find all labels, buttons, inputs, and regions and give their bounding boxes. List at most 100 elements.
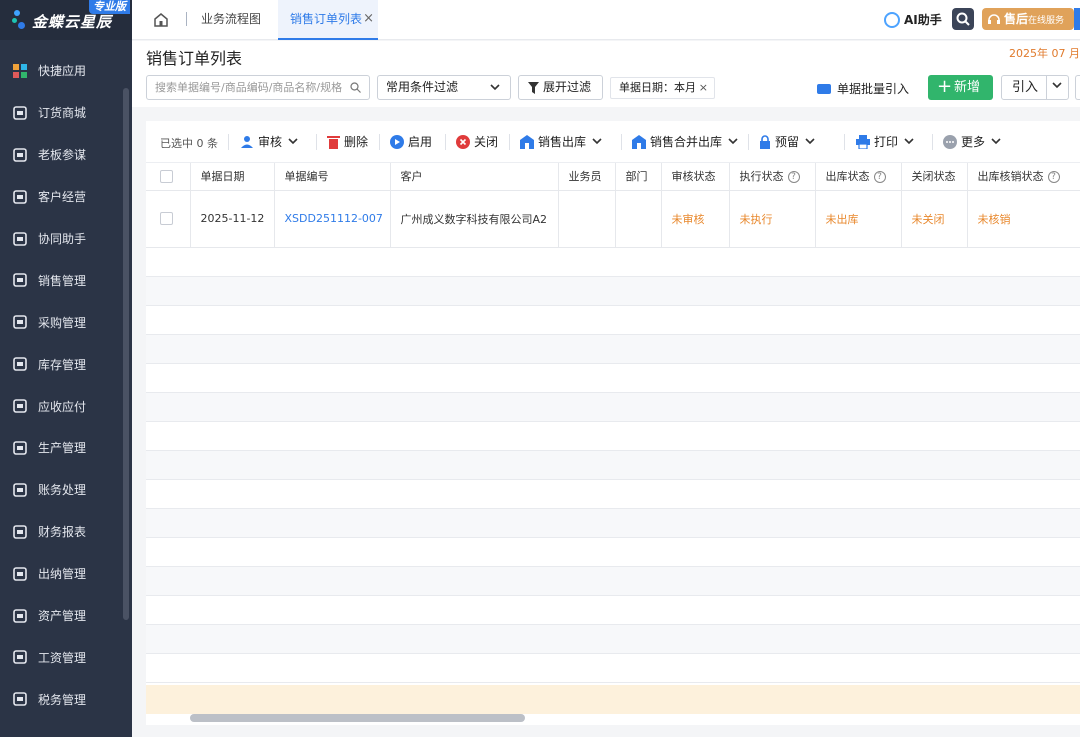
help-icon[interactable]: ? [1047,171,1060,184]
merge-out-button[interactable]: 销售合并出库 [632,133,742,150]
page-title: 销售订单列表 [146,49,243,68]
column-header[interactable]: 单据编号 [274,163,391,191]
close-status: 未关闭 [901,190,968,248]
search-icon[interactable] [350,82,361,93]
horizontal-scrollbar[interactable] [190,714,525,722]
toolbar-divider [445,134,446,150]
sales-out-button[interactable]: 销售出库 [520,133,606,150]
close-order-button[interactable]: 关闭 [456,133,498,150]
import-label: 引入 [1012,80,1039,95]
filter-icon [528,82,539,94]
column-header-out[interactable]: 出库状态? [815,163,902,191]
sidebar-item[interactable]: 应收应付 [0,385,122,427]
after-sales-service-button[interactable]: 售后在线服务 [982,8,1074,30]
toolbar-divider [228,134,229,150]
sidebar-item[interactable]: 生产管理 [0,427,122,469]
empty-row [146,625,1080,654]
audit-label: 审核 [258,135,283,149]
customer-name: 广州成义数字科技有限公司A2 [390,190,559,248]
split-divider [1046,76,1047,99]
sidebar-item-label: 出纳管理 [38,567,87,582]
sidebar-item[interactable]: 快捷应用 [0,50,122,92]
extra-service-button[interactable] [1074,8,1080,30]
home-icon[interactable] [152,11,170,29]
bulk-import-button[interactable]: 单据批量引入 [817,80,909,97]
column-header[interactable]: 审核状态 [661,163,730,191]
exec-status: 未执行 [729,190,816,248]
search-input[interactable]: 搜索单据编号/商品编码/商品名称/规格 [146,75,370,100]
more-label: 更多 [961,135,986,149]
more-actions-button[interactable] [1075,75,1080,100]
column-header-verify[interactable]: 出库核销状态? [967,163,1080,191]
row-checkbox[interactable] [160,212,173,226]
tab-sales-order-list[interactable]: 销售订单列表 × [278,0,378,40]
sidebar-item[interactable]: 工资管理 [0,636,122,678]
table-header-row: 单据日期 单据编号 客户 业务员 部门 审核状态 执行状态? 出库状态? 关闭状… [146,163,1080,191]
period-label[interactable]: 2025年 07 月 [1009,45,1080,61]
sidebar-item[interactable]: 财务报表 [0,511,122,553]
ai-assistant-button[interactable]: AI助手 [884,11,942,28]
column-label: 执行状态 [739,170,784,184]
sidebar-item[interactable]: 库存管理 [0,343,122,385]
summary-row [146,685,1080,714]
column-header[interactable]: 部门 [615,163,662,191]
chevron-down-icon [728,138,738,145]
empty-row [146,654,1080,683]
delete-button[interactable]: 删除 [327,133,368,150]
empty-row [146,596,1080,625]
expand-filter-button[interactable]: 展开过滤 [518,75,603,100]
ai-label: AI助手 [904,13,942,27]
help-icon[interactable]: ? [873,171,886,184]
help-icon[interactable]: ? [787,171,800,184]
tab-label: 销售订单列表 [290,12,363,26]
warehouse-icon [632,134,646,149]
ai-icon [884,11,900,28]
more-button[interactable]: 更多 [943,133,1005,150]
sidebar-item[interactable]: 订货商城 [0,92,122,134]
sidebar-item[interactable]: 客户经营 [0,176,122,218]
tab-business-flow[interactable]: 业务流程图 [201,0,261,40]
column-header[interactable]: 单据日期 [190,163,275,191]
column-header[interactable]: 业务员 [558,163,616,191]
sidebar-item[interactable]: 采购管理 [0,301,122,343]
sidebar-scrollbar[interactable] [123,88,129,620]
chart-icon [13,147,27,162]
sidebar-item[interactable]: 资产管理 [0,595,122,637]
print-button[interactable]: 打印 [856,133,918,150]
sidebar-item[interactable]: 税务管理 [0,678,122,720]
new-button[interactable]: + 新增 [928,75,993,100]
order-number-link[interactable]: XSDD251112-007 [274,190,391,248]
close-icon[interactable]: × [363,0,374,38]
column-header-exec[interactable]: 执行状态? [729,163,816,191]
empty-rows [146,248,1080,683]
table-row[interactable]: 2025-11-12 XSDD251112-007 广州成义数字科技有限公司A2… [146,190,1080,248]
toolbar-divider [621,134,622,150]
row-select-cell[interactable] [146,190,191,248]
search-placeholder: 搜索单据编号/商品编码/商品名称/规格 [155,81,343,94]
select-all-cell[interactable] [146,163,191,191]
sidebar-item[interactable]: 出纳管理 [0,553,122,595]
sidebar-item-label: 采购管理 [38,315,87,330]
sidebar-item[interactable]: 协同助手 [0,218,122,260]
sidebar-item[interactable]: 老板参谋 [0,134,122,176]
box-icon [13,357,27,371]
reserve-button[interactable]: 预留 [759,133,819,150]
enable-button[interactable]: 启用 [390,133,432,150]
sidebar-item[interactable]: 销售管理 [0,259,122,301]
chevron-down-icon[interactable] [1052,82,1062,89]
common-filter-select[interactable]: 常用条件过滤 [377,75,511,100]
sidebar-item[interactable]: 账务处理 [0,469,122,511]
date-filter-chip[interactable]: 单据日期：本月 × [610,77,715,99]
chevron-down-icon [592,138,602,145]
import-button[interactable]: 引入 [1001,75,1069,100]
column-header[interactable]: 关闭状态 [901,163,968,191]
cashier-icon [13,566,27,581]
column-label: 出库核销状态 [977,170,1044,184]
select-all-checkbox[interactable] [160,170,173,183]
column-header[interactable]: 客户 [390,163,559,191]
global-search-button[interactable] [952,8,974,30]
close-icon[interactable]: × [699,78,708,98]
audit-button[interactable]: 审核 [240,133,302,150]
toolbar-divider [844,134,845,150]
sales-icon [13,273,27,288]
